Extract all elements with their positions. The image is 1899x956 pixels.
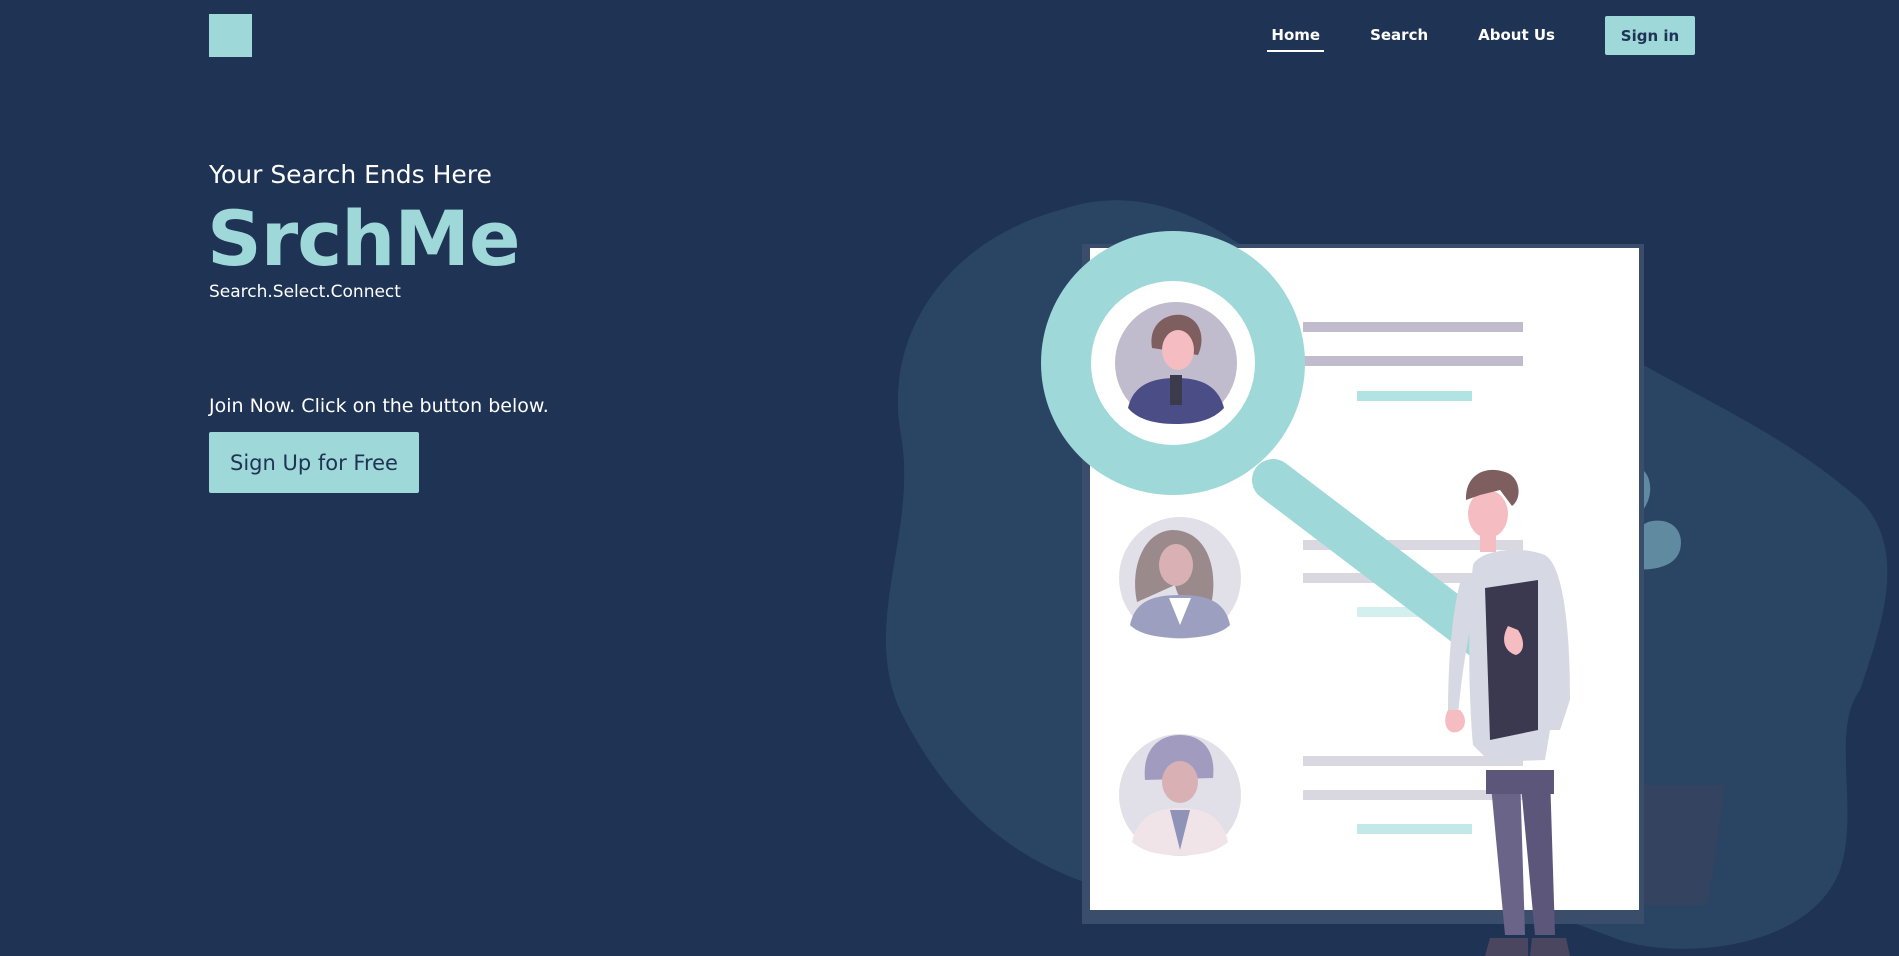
join-text: Join Now. Click on the button below. [209, 395, 549, 417]
brand-motto: Search.Select.Connect [209, 282, 401, 302]
main-nav: Home Search About Us Sign in [1225, 16, 1695, 55]
nav-home[interactable]: Home [1267, 16, 1324, 55]
hero-tagline: Your Search Ends Here [209, 160, 492, 189]
profile-avatar [1119, 734, 1241, 856]
logo[interactable] [209, 14, 252, 57]
sign-up-button[interactable]: Sign Up for Free [209, 432, 419, 493]
nav-about-us[interactable]: About Us [1474, 16, 1559, 55]
nav-search[interactable]: Search [1366, 16, 1432, 55]
brand-title: SrchMe [207, 194, 521, 283]
sign-in-button[interactable]: Sign in [1605, 16, 1695, 55]
hero-illustration [885, 200, 1888, 956]
profile-avatar [1119, 517, 1241, 639]
